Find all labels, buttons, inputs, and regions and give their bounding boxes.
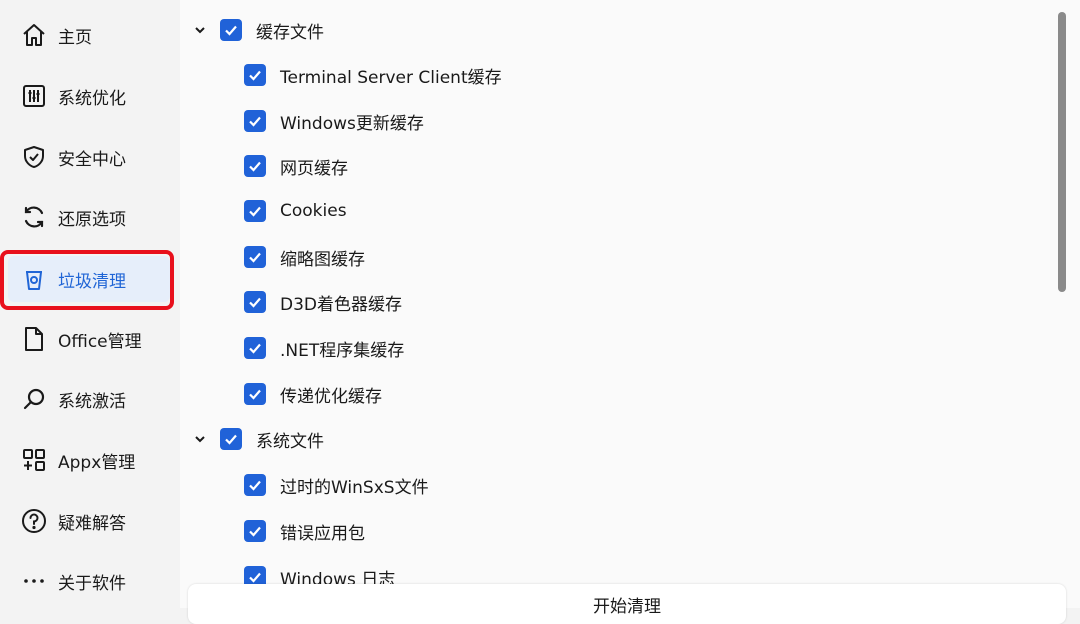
sidebar-item-troubleshoot[interactable]: 疑难解答 — [8, 498, 170, 544]
list-item[interactable]: Windows更新缓存 — [244, 106, 424, 136]
checkbox[interactable] — [244, 110, 266, 132]
trash-icon — [20, 265, 48, 293]
list-item[interactable]: Terminal Server Client缓存 — [244, 60, 502, 90]
sidebar-item-restore[interactable]: 还原选项 — [8, 194, 170, 240]
checkbox[interactable] — [244, 520, 266, 542]
item-label: 过时的WinSxS文件 — [280, 477, 429, 498]
item-label: D3D着色器缓存 — [280, 294, 402, 315]
checkbox[interactable] — [220, 428, 242, 450]
list-item[interactable]: 传递优化缓存 — [244, 379, 382, 409]
home-icon — [20, 21, 48, 49]
sidebar-item-activation[interactable]: 系统激活 — [8, 376, 170, 422]
sidebar-item-label: 系统优化 — [58, 88, 126, 109]
item-label: 网页缓存 — [280, 158, 348, 179]
item-label: 缩略图缓存 — [280, 249, 365, 270]
sidebar-item-cleanup[interactable]: 垃圾清理 — [8, 256, 170, 302]
chevron-down-icon[interactable] — [190, 429, 210, 449]
list-item[interactable]: 错误应用包 — [244, 516, 365, 546]
more-icon — [20, 567, 48, 595]
sidebar-item-appx[interactable]: Appx管理 — [8, 437, 170, 483]
apps-icon — [20, 446, 48, 474]
cleanup-list-panel: 缓存文件 Terminal Server Client缓存 Windows更新缓… — [180, 0, 1080, 608]
start-cleanup-button[interactable]: 开始清理 — [188, 584, 1066, 624]
checkbox[interactable] — [244, 291, 266, 313]
sidebar-item-label: Appx管理 — [58, 452, 136, 473]
sidebar-item-label: 疑难解答 — [58, 513, 126, 534]
sidebar-item-label: 安全中心 — [58, 149, 126, 170]
list-item[interactable]: D3D着色器缓存 — [244, 287, 402, 317]
sidebar-item-about[interactable]: 关于软件 — [8, 558, 170, 604]
refresh-icon — [20, 203, 48, 231]
sliders-icon — [20, 82, 48, 110]
group-header-cache[interactable]: 缓存文件 — [190, 15, 324, 45]
sidebar-item-home[interactable]: 主页 — [8, 12, 170, 58]
checkbox[interactable] — [244, 246, 266, 268]
group-label: 系统文件 — [256, 431, 324, 452]
sidebar-item-office[interactable]: Office管理 — [8, 316, 170, 362]
group-header-system[interactable]: 系统文件 — [190, 424, 324, 454]
list-item[interactable]: 缩略图缓存 — [244, 242, 365, 272]
list-item[interactable]: 网页缓存 — [244, 151, 348, 181]
checkbox[interactable] — [244, 155, 266, 177]
checkbox[interactable] — [244, 474, 266, 496]
sidebar-item-security[interactable]: 安全中心 — [8, 134, 170, 180]
sidebar-item-label: 系统激活 — [58, 391, 126, 412]
start-cleanup-label: 开始清理 — [593, 597, 661, 617]
item-label: .NET程序集缓存 — [280, 340, 405, 361]
help-icon — [20, 507, 48, 535]
list-item[interactable]: Cookies — [244, 196, 347, 226]
shield-icon — [20, 143, 48, 171]
sidebar-item-label: 主页 — [58, 27, 92, 48]
sidebar-item-label: 还原选项 — [58, 209, 126, 230]
item-label: Cookies — [280, 201, 347, 221]
checkbox[interactable] — [244, 337, 266, 359]
sidebar-item-optimize[interactable]: 系统优化 — [8, 73, 170, 119]
sidebar: 主页 系统优化 安全中心 还原选项 垃圾清理 Office管理 系统激活 App… — [0, 0, 180, 608]
sidebar-item-label: 垃圾清理 — [58, 271, 126, 292]
sidebar-item-label: 关于软件 — [58, 573, 126, 594]
item-label: Terminal Server Client缓存 — [280, 67, 502, 88]
sidebar-item-label: Office管理 — [58, 331, 142, 352]
item-label: 错误应用包 — [280, 523, 365, 544]
checkbox[interactable] — [244, 200, 266, 222]
item-label: Windows更新缓存 — [280, 113, 424, 134]
checkbox[interactable] — [244, 64, 266, 86]
search-icon — [20, 385, 48, 413]
document-icon — [20, 325, 48, 353]
list-item[interactable]: .NET程序集缓存 — [244, 333, 404, 363]
checkbox[interactable] — [220, 19, 242, 41]
item-label: 传递优化缓存 — [280, 386, 382, 407]
scrollbar-thumb[interactable] — [1058, 12, 1066, 292]
checkbox[interactable] — [244, 383, 266, 405]
chevron-down-icon[interactable] — [190, 20, 210, 40]
group-label: 缓存文件 — [256, 22, 324, 43]
list-item[interactable]: 过时的WinSxS文件 — [244, 470, 429, 500]
